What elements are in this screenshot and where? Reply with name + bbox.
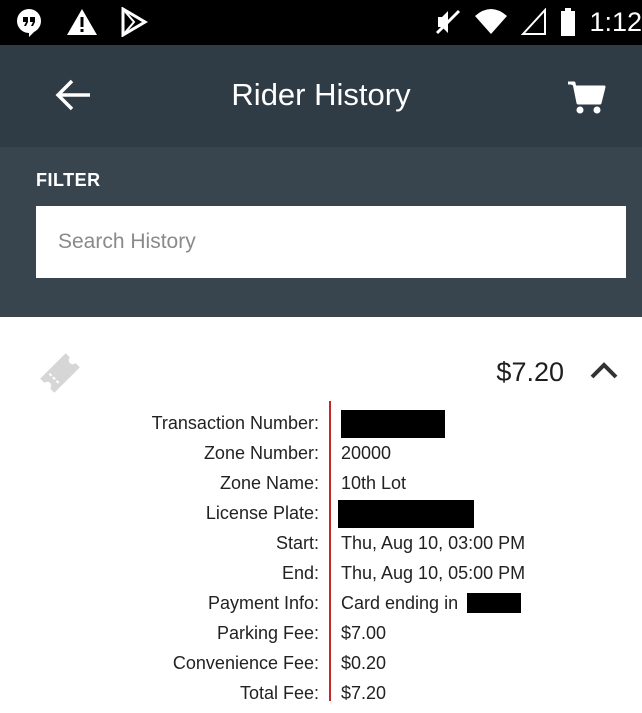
status-bar: 1:12 <box>0 0 642 45</box>
detail-row-payment-info: Payment Info: Card ending in <box>0 592 642 623</box>
detail-row-zone-name: Zone Name: 10th Lot <box>0 473 642 503</box>
ticket-icon <box>40 353 80 393</box>
detail-label: Zone Number: <box>203 443 319 463</box>
filter-panel: FILTER <box>0 147 642 317</box>
hangouts-icon <box>17 9 41 37</box>
detail-value: 20000 <box>341 443 392 463</box>
detail-value-redacted <box>341 410 445 438</box>
detail-label: Parking Fee: <box>216 623 319 643</box>
detail-value: $0.20 <box>341 653 387 673</box>
detail-label: Payment Info: <box>207 593 319 613</box>
redaction-block <box>467 592 522 613</box>
detail-row-parking-fee: Parking Fee: $7.00 <box>0 623 642 653</box>
battery-icon <box>561 8 576 36</box>
detail-value-payment: Card ending in <box>341 592 522 614</box>
detail-row-zone-number: Zone Number: 20000 <box>0 443 642 473</box>
detail-row-convenience-fee: Convenience Fee: $0.20 <box>0 653 642 683</box>
detail-row-transaction-number: Transaction Number: <box>0 410 642 443</box>
search-history-input[interactable] <box>36 206 626 278</box>
detail-row-total-fee: Total Fee: $7.20 <box>0 683 642 713</box>
detail-label: Transaction Number: <box>151 413 319 433</box>
filter-label: FILTER <box>36 170 101 190</box>
page-title: Rider History <box>231 77 411 112</box>
payment-text: Card ending in <box>341 593 459 613</box>
history-amount: $7.20 <box>496 357 564 387</box>
history-card[interactable]: $7.20 Transaction Number: Zone Number: 2… <box>0 317 642 706</box>
detail-value: 10th Lot <box>341 473 407 493</box>
detail-value: Thu, Aug 10, 05:00 PM <box>341 563 526 583</box>
detail-row-license-plate: License Plate: <box>0 500 642 533</box>
signal-icon <box>521 8 547 35</box>
redaction-block <box>338 500 474 528</box>
redaction-block <box>341 410 445 438</box>
detail-label: Start: <box>275 533 319 553</box>
warning-icon <box>67 9 97 35</box>
app-bar: Rider History <box>0 45 642 147</box>
chevron-up-icon[interactable] <box>586 353 622 389</box>
wifi-icon <box>475 9 508 34</box>
detail-value-redacted <box>338 500 474 528</box>
status-time: 1:12 <box>589 7 642 37</box>
detail-label: Convenience Fee: <box>172 653 319 673</box>
detail-label: Zone Name: <box>219 473 319 493</box>
detail-value: Thu, Aug 10, 03:00 PM <box>341 533 526 553</box>
detail-label: Total Fee: <box>239 683 319 703</box>
mute-icon <box>436 9 461 35</box>
detail-value: $7.00 <box>341 623 387 643</box>
play-store-icon <box>121 7 148 37</box>
detail-label: End: <box>281 563 319 583</box>
status-system-icons: 1:12 <box>435 7 642 37</box>
shopping-cart-icon[interactable] <box>566 77 606 117</box>
detail-row-end: End: Thu, Aug 10, 05:00 PM <box>0 563 642 593</box>
detail-row-start: Start: Thu, Aug 10, 03:00 PM <box>0 533 642 563</box>
status-notification-icons <box>14 7 148 37</box>
detail-value: $7.20 <box>341 683 387 703</box>
detail-label: License Plate: <box>205 503 319 523</box>
